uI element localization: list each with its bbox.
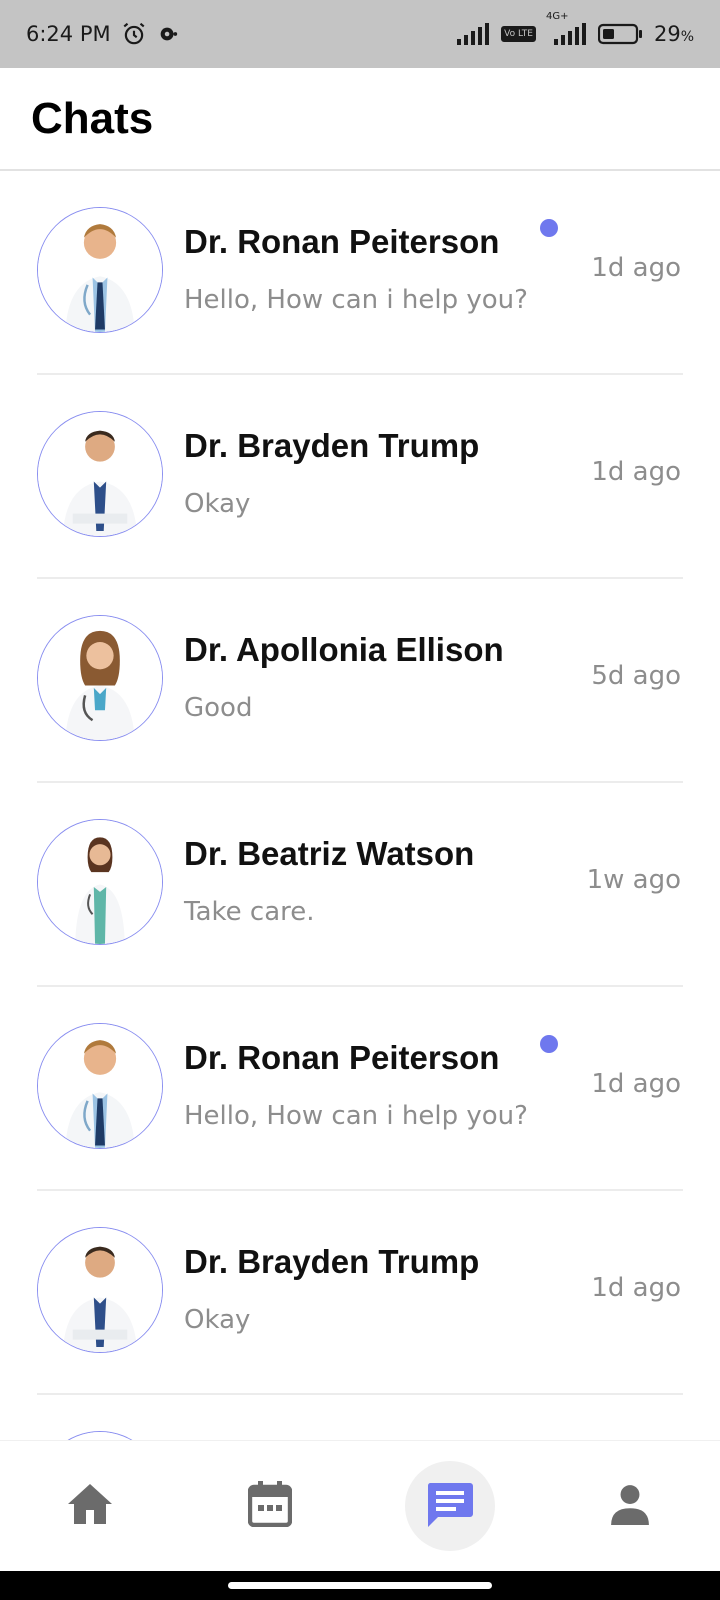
nav-profile[interactable]	[585, 1461, 675, 1551]
battery-icon	[597, 23, 644, 45]
alarm-icon	[121, 21, 147, 47]
chat-contact-name: Dr. Apollonia Ellison	[184, 631, 504, 668]
nav-chats[interactable]	[405, 1461, 495, 1551]
sync-icon	[157, 23, 179, 45]
chat-list-item[interactable]: Dr. Brayden Trump Okay 1d ago	[37, 1191, 683, 1395]
unread-indicator	[540, 1035, 558, 1053]
chat-list-item[interactable]: Dr. Apollonia Ellison Good 5d ago	[37, 579, 683, 783]
chat-list[interactable]: Dr. Ronan Peiterson Hello, How can i hel…	[0, 171, 720, 1441]
chat-contact-name: Dr. Brayden Trump	[184, 1243, 480, 1280]
home-gesture-handle[interactable]	[228, 1582, 492, 1589]
chat-last-message: Okay	[184, 1305, 251, 1335]
chat-last-message: Hello, How can i help you?	[184, 285, 528, 315]
avatar	[37, 615, 163, 741]
chat-list-item[interactable]: Dr. Beatriz Watson Take care. 1w ago	[37, 783, 683, 987]
chat-list-item[interactable]: Dr. Ronan Peiterson Hello, How can i hel…	[37, 987, 683, 1191]
avatar	[37, 411, 163, 537]
chat-timestamp: 1d ago	[591, 457, 681, 487]
chat-timestamp: 5d ago	[591, 661, 681, 691]
chat-last-message: Okay	[184, 489, 251, 519]
chat-list-item[interactable]: Dr. Brayden Trump Okay 1d ago	[37, 375, 683, 579]
nav-calendar[interactable]	[225, 1461, 315, 1551]
network-type-label: 4G+	[545, 11, 569, 22]
chat-list-item[interactable]	[37, 1395, 683, 1441]
chat-last-message: Good	[184, 693, 253, 723]
avatar	[37, 1431, 163, 1441]
profile-icon	[609, 1483, 651, 1529]
chat-last-message: Take care.	[184, 897, 315, 927]
avatar	[37, 1227, 163, 1353]
system-navigation-bar	[0, 1571, 720, 1600]
home-icon	[66, 1482, 114, 1530]
avatar	[37, 819, 163, 945]
chat-timestamp: 1d ago	[591, 253, 681, 283]
battery-level: 29%	[653, 22, 694, 46]
chat-list-item[interactable]: Dr. Ronan Peiterson Hello, How can i hel…	[37, 171, 683, 375]
calendar-icon	[247, 1481, 293, 1531]
chat-last-message: Hello, How can i help you?	[184, 1101, 528, 1131]
nav-home[interactable]	[45, 1461, 135, 1551]
avatar	[37, 207, 163, 333]
unread-indicator	[540, 219, 558, 237]
chat-contact-name: Dr. Brayden Trump	[184, 427, 480, 464]
chat-contact-name: Dr. Beatriz Watson	[184, 835, 475, 872]
status-time: 6:24 PM	[26, 22, 111, 46]
chat-contact-name: Dr. Ronan Peiterson	[184, 1039, 500, 1076]
page-title: Chats	[31, 94, 154, 143]
chat-timestamp: 1d ago	[591, 1069, 681, 1099]
chat-contact-name: Dr. Ronan Peiterson	[184, 223, 500, 260]
chat-timestamp: 1w ago	[586, 865, 681, 895]
volte-icon: Vo LTE	[501, 26, 536, 42]
avatar	[37, 1023, 163, 1149]
signal-4g-icon: 4G+	[546, 11, 588, 45]
status-bar: 6:24 PM Vo LTE 4G+ 29%	[0, 0, 720, 68]
app-header: Chats	[0, 68, 720, 171]
chat-icon	[426, 1481, 474, 1531]
bottom-navigation	[0, 1441, 720, 1571]
chat-timestamp: 1d ago	[591, 1273, 681, 1303]
signal-icon	[457, 23, 491, 45]
